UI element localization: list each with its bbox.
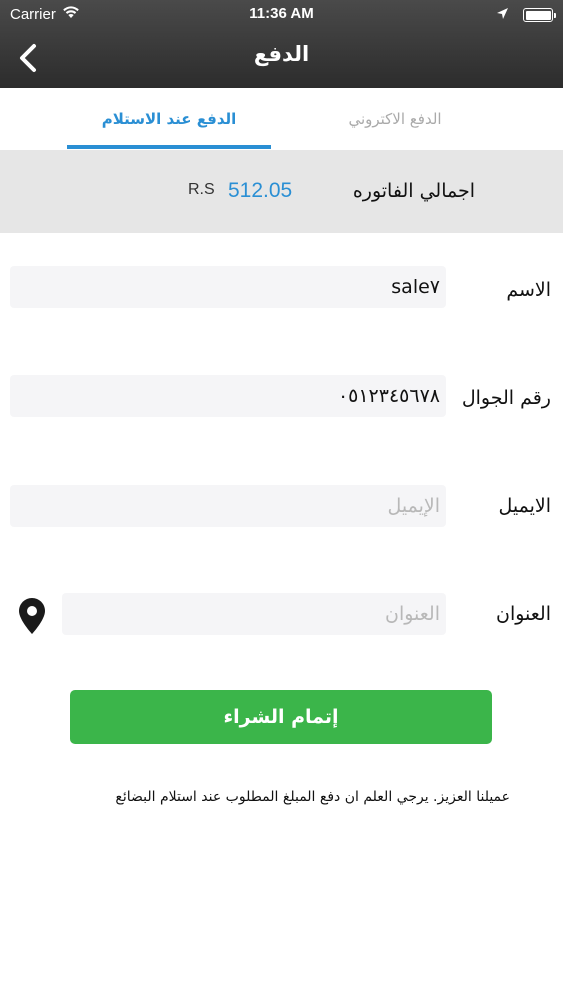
status-bar: Carrier 11:36 AM [0, 0, 563, 30]
battery-icon [523, 8, 556, 22]
invoice-currency: R.S [188, 181, 215, 198]
address-field[interactable] [62, 593, 446, 635]
status-right [496, 6, 556, 24]
invoice-total-label: اجمالي الفاتوره [352, 180, 475, 202]
tab-cash-on-delivery[interactable]: الدفع عند الاستلام [67, 88, 271, 150]
active-tab-indicator [67, 145, 271, 149]
address-label: العنوان [495, 603, 551, 625]
location-arrow-icon [496, 6, 509, 24]
phone-field[interactable] [10, 375, 446, 417]
page-title: الدفع [253, 42, 310, 66]
location-pin-icon[interactable] [18, 597, 46, 635]
phone-label: رقم الجوال [461, 387, 551, 409]
complete-purchase-button[interactable]: إتمام الشراء [70, 690, 492, 744]
tab-online-payment[interactable]: الدفع الاكتروني [290, 88, 500, 150]
payment-tabs: الدفع عند الاستلام الدفع الاكتروني [0, 88, 563, 150]
invoice-total-panel: اجمالي الفاتوره 512.05 R.S [0, 150, 563, 233]
invoice-total-amount: 512.05 [228, 179, 293, 202]
navigation-bar: الدفع [0, 30, 563, 88]
email-field[interactable] [10, 485, 446, 527]
name-label: الاسم [506, 279, 551, 301]
status-time: 11:36 AM [249, 5, 314, 22]
payment-note: عميلنا العزيز. يرجي العلم ان دفع المبلغ … [115, 789, 510, 805]
email-label: الايميل [498, 495, 551, 517]
name-field[interactable] [10, 266, 446, 308]
